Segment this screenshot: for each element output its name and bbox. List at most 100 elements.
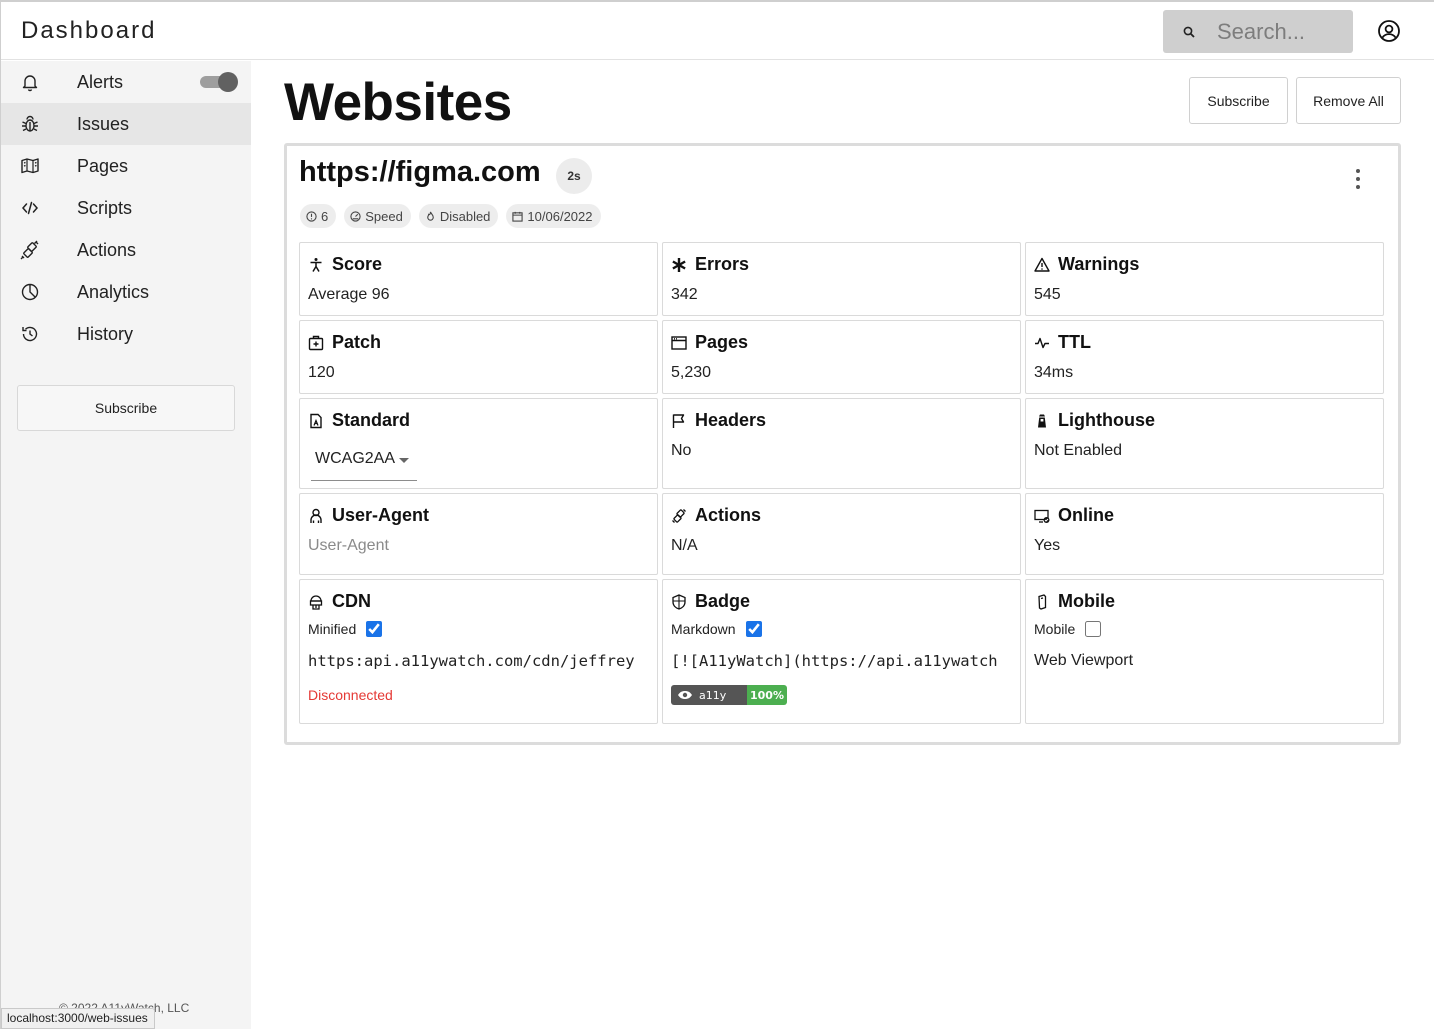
speed-chip: Speed	[344, 204, 411, 228]
score-value: Average 96	[308, 286, 390, 303]
cell-title: CDN	[332, 591, 371, 611]
patch-cell: Patch 120	[299, 320, 658, 394]
sidebar-item-label: Analytics	[77, 281, 150, 302]
mobile-icon	[1038, 593, 1047, 610]
calendar-icon	[512, 211, 524, 222]
sidebar-item-scripts[interactable]: Scripts	[1, 187, 251, 229]
sidebar-item-analytics[interactable]: Analytics	[1, 271, 251, 313]
sidebar-item-actions[interactable]: Actions	[1, 229, 251, 271]
ttl-value: 34ms	[1034, 364, 1074, 381]
sidebar-item-issues[interactable]: Issues	[1, 103, 251, 145]
cdn-cell: CDN Minified https:api.a11ywatch.com/cdn…	[299, 579, 658, 724]
sidebar-item-label: Pages	[77, 155, 129, 176]
pages-value: 5,230	[671, 364, 712, 381]
warnings-value: 545	[1034, 286, 1061, 303]
top-bar: Dashboard	[1, 2, 1434, 60]
website-url[interactable]: https://figma.com	[299, 156, 541, 189]
a11y-badge: a11y 100%	[671, 685, 787, 705]
alert-circle-icon	[306, 210, 317, 222]
sidebar-subscribe-button[interactable]: Subscribe	[17, 385, 235, 431]
warning-triangle-icon	[1034, 257, 1050, 272]
standard-select-value: WCAG2AA	[315, 450, 396, 467]
shield-icon	[672, 593, 686, 610]
account-icon[interactable]	[1377, 19, 1401, 43]
minified-label: Minified	[308, 621, 357, 637]
lighthouse-value: Not Enabled	[1034, 442, 1123, 459]
accessibility-icon	[310, 257, 322, 272]
alerts-toggle[interactable]	[200, 72, 238, 92]
standard-cell: Standard WCAG2AA	[299, 398, 658, 489]
cell-title: Warnings	[1058, 254, 1140, 274]
pie-chart-icon	[21, 283, 39, 301]
bug-icon	[22, 115, 38, 132]
cell-title: Patch	[332, 332, 382, 352]
pulse-icon	[1035, 337, 1049, 348]
badge-markdown[interactable]: [![A11yWatch](https://api.a11ywatch	[671, 652, 1013, 670]
actions-cell: Actions N/A	[662, 493, 1021, 575]
issues-count: 6	[321, 208, 329, 224]
mobile-checkbox-row[interactable]: Mobile	[1034, 621, 1102, 637]
browser-window-icon	[671, 335, 687, 350]
cdn-status: Disconnected	[308, 687, 393, 703]
headers-cell: Headers No	[662, 398, 1021, 489]
status-chip: Disabled	[418, 204, 499, 228]
sidebar: Alerts Issues Pages Scripts Actions Anal…	[1, 61, 251, 1029]
user-agent-input[interactable]: User-Agent	[308, 537, 389, 555]
sidebar-item-label: Scripts	[77, 197, 133, 218]
issues-chip: 6	[300, 204, 337, 228]
flame-icon	[427, 211, 434, 221]
search-icon	[1183, 26, 1195, 38]
speedometer-icon	[350, 210, 361, 222]
chevron-down-icon	[399, 458, 409, 463]
status-label: Disabled	[439, 208, 491, 224]
cell-title: Mobile	[1058, 591, 1115, 611]
website-chips: 6 Speed Disabled 10/06/2022	[300, 204, 601, 228]
medkit-icon	[308, 335, 324, 350]
document-badge-icon	[310, 413, 322, 428]
user-icon	[310, 508, 322, 523]
bell-icon	[22, 75, 38, 92]
actions-value: N/A	[671, 537, 698, 554]
mobile-checkbox[interactable]	[1085, 621, 1102, 637]
remove-all-button[interactable]: Remove All	[1296, 77, 1401, 124]
cell-title: Score	[332, 254, 383, 274]
standard-select[interactable]: WCAG2AA	[311, 449, 417, 481]
flag-icon	[672, 413, 685, 428]
markdown-checkbox-row[interactable]: Markdown	[671, 621, 762, 637]
online-cell: Online Yes	[1025, 493, 1384, 575]
cell-title: User-Agent	[332, 505, 430, 525]
sidebar-item-alerts[interactable]: Alerts	[1, 61, 251, 103]
sidebar-item-pages[interactable]: Pages	[1, 145, 251, 187]
history-icon	[22, 326, 38, 342]
sidebar-item-history[interactable]: History	[1, 313, 251, 355]
viewport-value: Web Viewport	[1034, 652, 1134, 669]
duration-badge: 2s	[556, 158, 592, 194]
minified-checkbox-row[interactable]: Minified	[308, 621, 383, 637]
subscribe-button[interactable]: Subscribe	[1189, 77, 1288, 124]
user-agent-cell: User-Agent User-Agent	[299, 493, 658, 575]
search-box[interactable]	[1163, 10, 1353, 53]
status-bar-url: localhost:3000/web-issues	[1, 1008, 155, 1029]
more-options-icon[interactable]	[1353, 168, 1363, 190]
markdown-checkbox[interactable]	[745, 621, 762, 637]
code-icon	[22, 201, 38, 215]
cell-title: TTL	[1058, 332, 1091, 352]
sidebar-item-label: Issues	[77, 113, 130, 134]
cell-title: Badge	[695, 591, 751, 611]
search-input[interactable]	[1217, 18, 1337, 45]
badge-cell: Badge Markdown [![A11yWatch](https://api…	[662, 579, 1021, 724]
sidebar-item-label: Alerts	[77, 71, 124, 92]
cdn-icon	[309, 594, 323, 610]
book-icon	[21, 158, 39, 174]
cell-title: Errors	[695, 254, 750, 274]
minified-checkbox[interactable]	[366, 621, 383, 637]
asterisk-icon	[672, 257, 686, 272]
eye-icon	[678, 691, 692, 699]
patch-value: 120	[308, 364, 335, 381]
plug-icon	[672, 508, 686, 523]
date-label: 10/06/2022	[527, 208, 593, 224]
sidebar-item-label: History	[77, 323, 134, 344]
mobile-cell: Mobile Mobile Web Viewport	[1025, 579, 1384, 724]
cdn-url[interactable]: https:api.a11ywatch.com/cdn/jeffrey	[308, 652, 650, 670]
markdown-label: Markdown	[671, 621, 736, 637]
